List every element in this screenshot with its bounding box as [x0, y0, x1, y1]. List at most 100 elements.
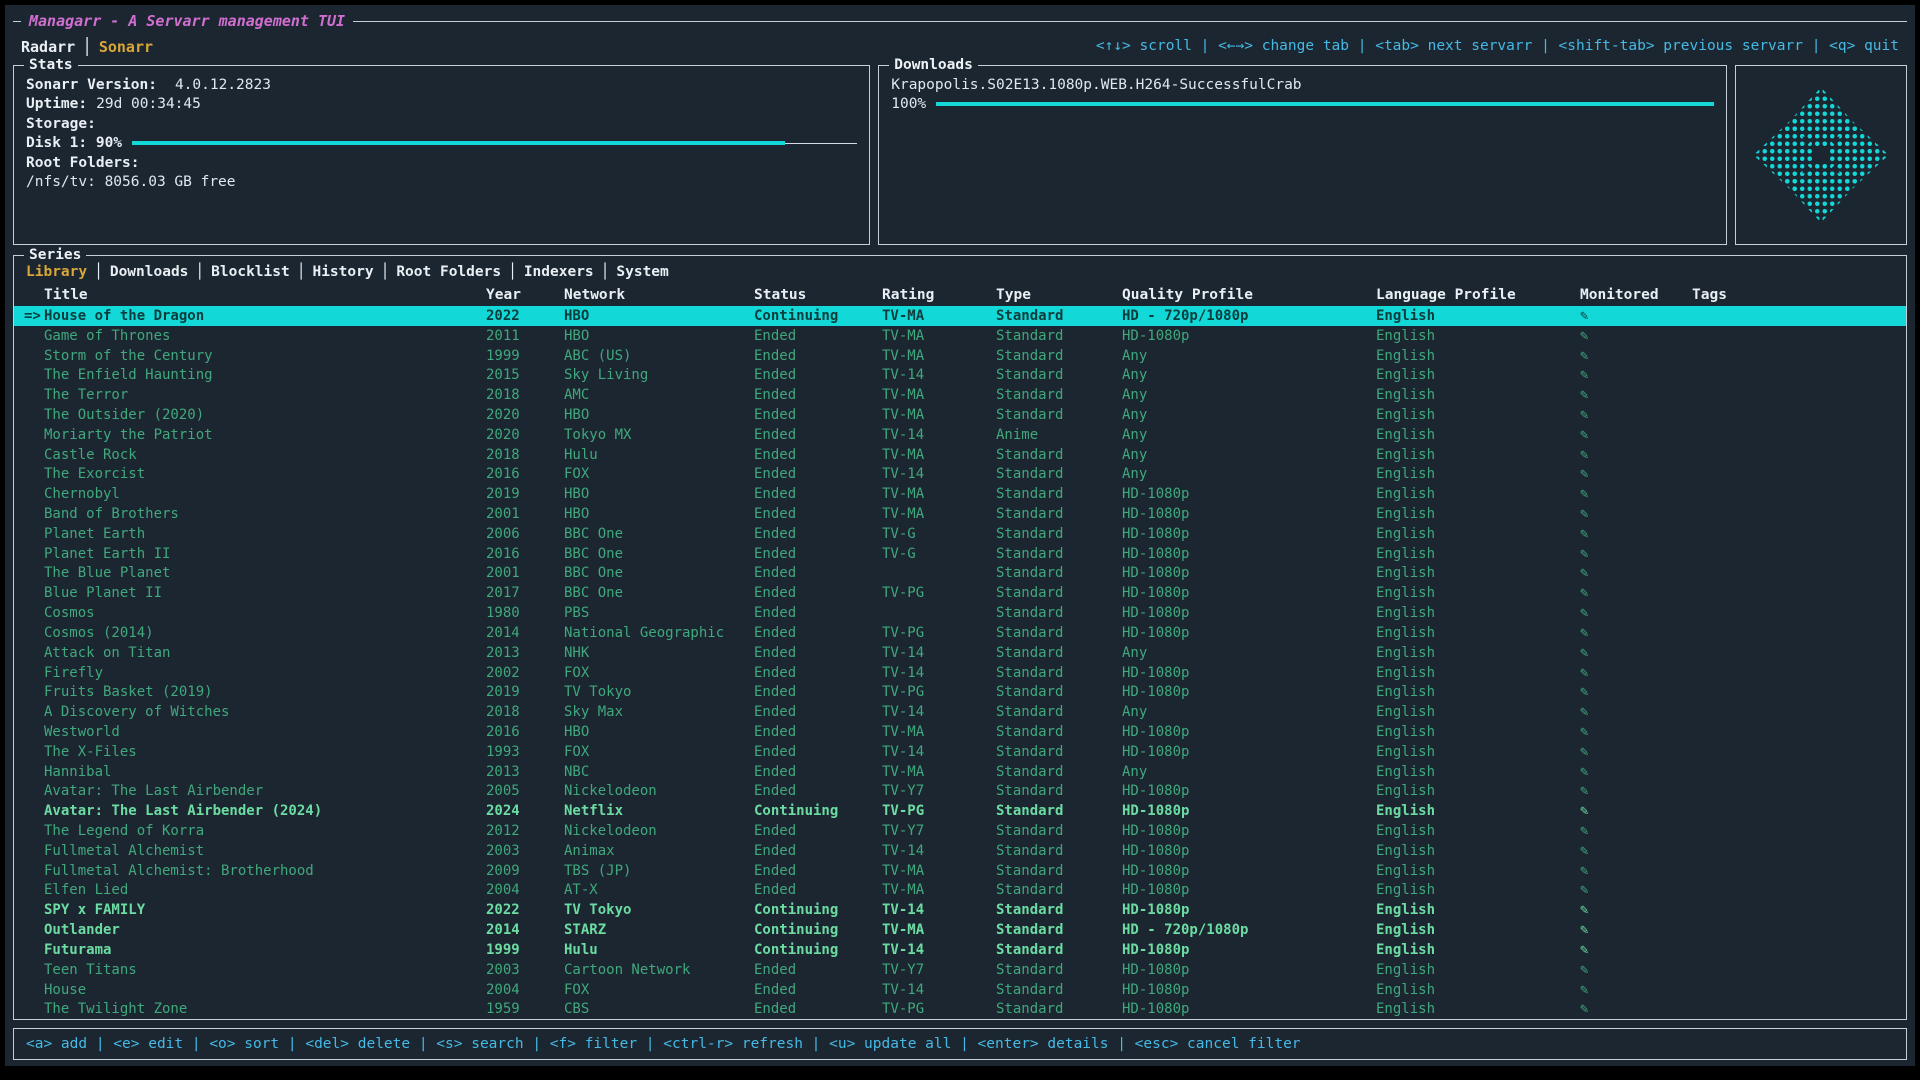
- series-title: House of the Dragon: [44, 308, 486, 324]
- series-type: Standard: [996, 783, 1122, 799]
- series-year: 2024: [486, 803, 564, 819]
- series-language-profile: English: [1376, 466, 1580, 482]
- table-row[interactable]: Attack on Titan2013NHKEndedTV-14Standard…: [14, 643, 1906, 663]
- table-row[interactable]: Blue Planet II2017BBC OneEndedTV-PGStand…: [14, 583, 1906, 603]
- column-header-monitored[interactable]: Monitored: [1580, 287, 1692, 303]
- monitored-icon: ✎: [1580, 308, 1692, 324]
- table-row[interactable]: Cosmos1980PBSEndedStandardHD-1080pEnglis…: [14, 603, 1906, 623]
- tab-library[interactable]: Library: [26, 264, 87, 280]
- tab-downloads[interactable]: Downloads: [110, 264, 189, 280]
- tab-system[interactable]: System: [616, 264, 668, 280]
- table-row[interactable]: Planet Earth2006BBC OneEndedTV-GStandard…: [14, 524, 1906, 544]
- column-header-quality-profile[interactable]: Quality Profile: [1122, 287, 1376, 303]
- series-rating: TV-MA: [882, 922, 996, 938]
- table-row[interactable]: The Exorcist2016FOXEndedTV-14StandardAny…: [14, 465, 1906, 485]
- series-network: TV Tokyo: [564, 684, 754, 700]
- series-year: 2022: [486, 902, 564, 918]
- tab-sonarr[interactable]: Sonarr: [99, 38, 153, 56]
- series-year: 1959: [486, 1001, 564, 1017]
- series-type: Standard: [996, 328, 1122, 344]
- tab-radarr[interactable]: Radarr: [21, 38, 75, 56]
- column-header-year[interactable]: Year: [486, 287, 564, 303]
- tab-root-folders[interactable]: Root Folders: [396, 264, 501, 280]
- series-type: Standard: [996, 506, 1122, 522]
- table-row[interactable]: Storm of the Century1999ABC (US)EndedTV-…: [14, 346, 1906, 366]
- table-row[interactable]: The Legend of Korra2012NickelodeonEndedT…: [14, 821, 1906, 841]
- table-row[interactable]: Avatar: The Last Airbender (2024)2024Net…: [14, 801, 1906, 821]
- series-year: 2018: [486, 387, 564, 403]
- column-header-rating[interactable]: Rating: [882, 287, 996, 303]
- table-row[interactable]: Teen Titans2003Cartoon NetworkEndedTV-Y7…: [14, 960, 1906, 980]
- table-row[interactable]: House2004FOXEndedTV-14StandardHD-1080pEn…: [14, 980, 1906, 1000]
- column-header-network[interactable]: Network: [564, 287, 754, 303]
- row-marker: =>: [14, 308, 44, 324]
- series-status: Ended: [754, 823, 882, 839]
- servarr-tabs: Radarr│Sonarr: [21, 37, 153, 56]
- table-row[interactable]: A Discovery of Witches2018Sky MaxEndedTV…: [14, 702, 1906, 722]
- table-row[interactable]: Elfen Lied2004AT-XEndedTV-MAStandardHD-1…: [14, 881, 1906, 901]
- series-language-profile: English: [1376, 645, 1580, 661]
- series-status: Ended: [754, 962, 882, 978]
- table-row[interactable]: The Enfield Haunting2015Sky LivingEndedT…: [14, 365, 1906, 385]
- series-type: Standard: [996, 764, 1122, 780]
- series-language-profile: English: [1376, 308, 1580, 324]
- series-type: Standard: [996, 1001, 1122, 1017]
- monitored-icon: ✎: [1580, 783, 1692, 799]
- table-row[interactable]: Moriarty the Patriot2020Tokyo MXEndedTV-…: [14, 425, 1906, 445]
- table-row[interactable]: Hannibal2013NBCEndedTV-MAStandardAnyEngl…: [14, 762, 1906, 782]
- table-row[interactable]: Chernobyl2019HBOEndedTV-MAStandardHD-108…: [14, 484, 1906, 504]
- table-row[interactable]: Outlander2014STARZContinuingTV-MAStandar…: [14, 920, 1906, 940]
- table-row[interactable]: Firefly2002FOXEndedTV-14StandardHD-1080p…: [14, 663, 1906, 683]
- series-type: Standard: [996, 843, 1122, 859]
- table-row[interactable]: Fruits Basket (2019)2019TV TokyoEndedTV-…: [14, 682, 1906, 702]
- table-row[interactable]: Planet Earth II2016BBC OneEndedTV-GStand…: [14, 544, 1906, 564]
- series-language-profile: English: [1376, 783, 1580, 799]
- column-header-language-profile[interactable]: Language Profile: [1376, 287, 1580, 303]
- table-row[interactable]: Cosmos (2014)2014National GeographicEnde…: [14, 623, 1906, 643]
- table-row[interactable]: =>House of the Dragon2022HBOContinuingTV…: [14, 306, 1906, 326]
- column-header-type[interactable]: Type: [996, 287, 1122, 303]
- column-header-tags[interactable]: Tags: [1692, 287, 1906, 303]
- series-network: TV Tokyo: [564, 902, 754, 918]
- table-row[interactable]: Fullmetal Alchemist: Brotherhood2009TBS …: [14, 861, 1906, 881]
- series-year: 2016: [486, 546, 564, 562]
- series-quality-profile: HD-1080p: [1122, 665, 1376, 681]
- table-row[interactable]: The Twilight Zone1959CBSEndedTV-PGStanda…: [14, 999, 1906, 1019]
- series-type: Standard: [996, 803, 1122, 819]
- tab-history[interactable]: History: [312, 264, 373, 280]
- series-year: 2018: [486, 447, 564, 463]
- series-table-body: =>House of the Dragon2022HBOContinuingTV…: [14, 306, 1906, 1019]
- series-type: Standard: [996, 962, 1122, 978]
- monitored-icon: ✎: [1580, 982, 1692, 998]
- tab-indexers[interactable]: Indexers: [524, 264, 594, 280]
- column-header-status[interactable]: Status: [754, 287, 882, 303]
- tab-blocklist[interactable]: Blocklist: [211, 264, 290, 280]
- series-type: Standard: [996, 744, 1122, 760]
- table-row[interactable]: Castle Rock2018HuluEndedTV-MAStandardAny…: [14, 445, 1906, 465]
- series-rating: TV-MA: [882, 328, 996, 344]
- tab-separator: │: [94, 264, 103, 280]
- column-header-title[interactable]: Title: [44, 287, 486, 303]
- series-network: Nickelodeon: [564, 823, 754, 839]
- table-row[interactable]: Westworld2016HBOEndedTV-MAStandardHD-108…: [14, 722, 1906, 742]
- table-row[interactable]: Futurama1999HuluContinuingTV-14StandardH…: [14, 940, 1906, 960]
- table-row[interactable]: Band of Brothers2001HBOEndedTV-MAStandar…: [14, 504, 1906, 524]
- table-row[interactable]: Avatar: The Last Airbender2005Nickelodeo…: [14, 782, 1906, 802]
- series-type: Standard: [996, 625, 1122, 641]
- series-rating: TV-MA: [882, 308, 996, 324]
- series-title: Cosmos: [44, 605, 486, 621]
- table-row[interactable]: The Outsider (2020)2020HBOEndedTV-MAStan…: [14, 405, 1906, 425]
- table-row[interactable]: Fullmetal Alchemist2003AnimaxEndedTV-14S…: [14, 841, 1906, 861]
- title-rule: [353, 21, 1907, 22]
- series-quality-profile: HD-1080p: [1122, 783, 1376, 799]
- series-type: Standard: [996, 348, 1122, 364]
- monitored-icon: ✎: [1580, 625, 1692, 641]
- table-row[interactable]: The Blue Planet2001BBC OneEndedStandardH…: [14, 564, 1906, 584]
- series-status: Ended: [754, 882, 882, 898]
- monitored-icon: ✎: [1580, 665, 1692, 681]
- table-row[interactable]: The X-Files1993FOXEndedTV-14StandardHD-1…: [14, 742, 1906, 762]
- table-row[interactable]: SPY x FAMILY2022TV TokyoContinuingTV-14S…: [14, 900, 1906, 920]
- table-row[interactable]: The Terror2018AMCEndedTV-MAStandardAnyEn…: [14, 385, 1906, 405]
- series-status: Ended: [754, 1001, 882, 1017]
- table-row[interactable]: Game of Thrones2011HBOEndedTV-MAStandard…: [14, 326, 1906, 346]
